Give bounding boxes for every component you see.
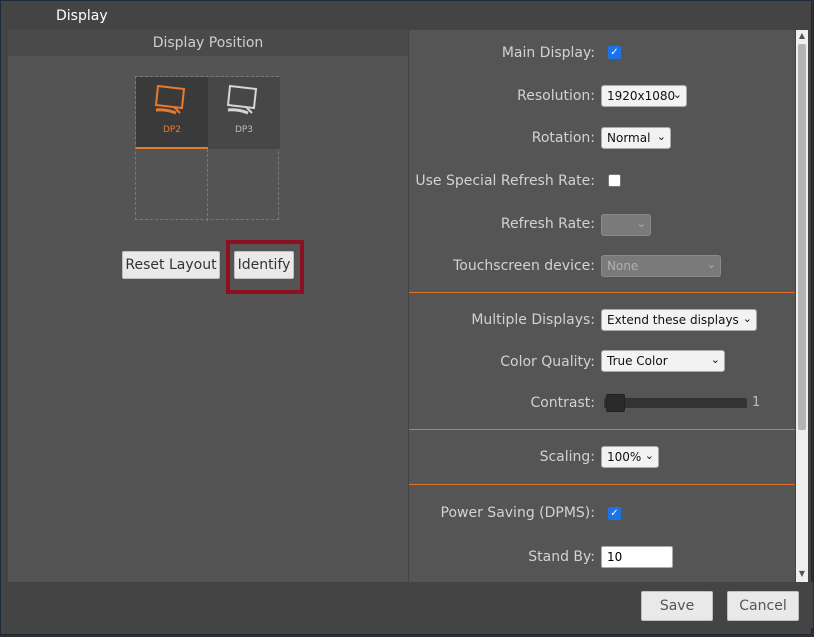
- scroll-down-icon[interactable]: ▼: [796, 569, 808, 578]
- main-display-label: Main Display:: [501, 45, 595, 61]
- multiple-displays-label: Multiple Displays:: [471, 312, 595, 328]
- contrast-label: Contrast:: [530, 395, 595, 411]
- color-quality-label: Color Quality:: [500, 354, 595, 370]
- monitor-icon: [154, 84, 186, 115]
- stand-by-label: Stand By:: [528, 549, 595, 565]
- cancel-button[interactable]: Cancel: [727, 591, 799, 621]
- scroll-up-icon[interactable]: ▲: [796, 31, 808, 40]
- scaling-label: Scaling:: [539, 449, 595, 465]
- power-saving-checkbox[interactable]: ✓: [608, 507, 621, 520]
- resolution-value: 1920x1080: [607, 89, 676, 103]
- reset-layout-button[interactable]: Reset Layout: [122, 251, 220, 279]
- refresh-rate-select[interactable]: ⌄: [601, 214, 651, 236]
- color-quality-select[interactable]: True Color ⌄: [601, 350, 725, 372]
- scaling-value: 100%: [607, 450, 642, 464]
- scaling-select[interactable]: 100% ⌄: [601, 446, 659, 468]
- display-position-header: Display Position: [8, 30, 408, 56]
- display-position-panel: Display Position DP2 DP3 Reset Layout Id…: [8, 30, 408, 582]
- chevron-down-icon: ⌄: [710, 353, 720, 366]
- scrollbar-thumb[interactable]: [798, 44, 806, 430]
- touchscreen-select[interactable]: None ⌄: [601, 255, 721, 277]
- section-divider: [409, 484, 795, 485]
- refresh-rate-label: Refresh Rate:: [500, 216, 595, 232]
- chevron-down-icon: ⌄: [644, 449, 654, 462]
- dialog-footer: Save Cancel: [1, 582, 813, 628]
- stand-by-input[interactable]: [601, 546, 673, 568]
- monitor-label: DP3: [234, 125, 254, 135]
- settings-scrollbar[interactable]: ▲ ▼: [796, 30, 808, 582]
- resolution-label: Resolution:: [517, 88, 595, 104]
- contrast-slider-track[interactable]: [604, 398, 747, 408]
- section-divider: [409, 429, 795, 430]
- display-settings-panel: Main Display: ✓ Resolution: 1920x1080 ⌄ R…: [409, 30, 795, 582]
- identify-highlight: [226, 240, 304, 294]
- section-divider: [409, 292, 795, 293]
- special-refresh-checkbox[interactable]: [608, 174, 621, 187]
- empty-slot: [208, 149, 280, 221]
- multiple-displays-select[interactable]: Extend these displays ⌄: [601, 309, 757, 331]
- empty-slot: [136, 149, 208, 221]
- special-refresh-label: Use Special Refresh Rate:: [415, 173, 595, 189]
- display-layout-grid: DP2 DP3: [135, 76, 280, 221]
- contrast-value: 1: [752, 395, 761, 410]
- chevron-down-icon: ⌄: [672, 88, 682, 101]
- rotation-value: Normal: [607, 131, 651, 145]
- power-saving-label: Power Saving (DPMS):: [440, 505, 595, 521]
- chevron-down-icon: ⌄: [742, 312, 752, 325]
- monitor-icon: [226, 84, 258, 115]
- resolution-select[interactable]: 1920x1080 ⌄: [601, 85, 687, 107]
- rotation-select[interactable]: Normal ⌄: [601, 127, 671, 149]
- window-title: Display: [56, 8, 108, 24]
- chevron-down-icon: ⌄: [636, 217, 646, 230]
- monitor-label: DP2: [162, 125, 182, 135]
- main-display-checkbox[interactable]: ✓: [608, 46, 621, 59]
- touchscreen-value: None: [607, 259, 639, 273]
- chevron-down-icon: ⌄: [656, 130, 666, 143]
- display-window: Display Display Position DP2 DP3 Reset L…: [0, 0, 813, 635]
- touchscreen-label: Touchscreen device:: [453, 258, 595, 274]
- contrast-slider-thumb[interactable]: [606, 394, 625, 412]
- save-button[interactable]: Save: [641, 591, 713, 621]
- color-quality-value: True Color: [607, 354, 668, 368]
- monitor-dp3[interactable]: DP3: [208, 77, 280, 149]
- chevron-down-icon: ⌄: [706, 258, 716, 271]
- monitor-dp2[interactable]: DP2: [136, 77, 208, 149]
- multiple-displays-value: Extend these displays: [607, 313, 739, 327]
- rotation-label: Rotation:: [531, 130, 595, 146]
